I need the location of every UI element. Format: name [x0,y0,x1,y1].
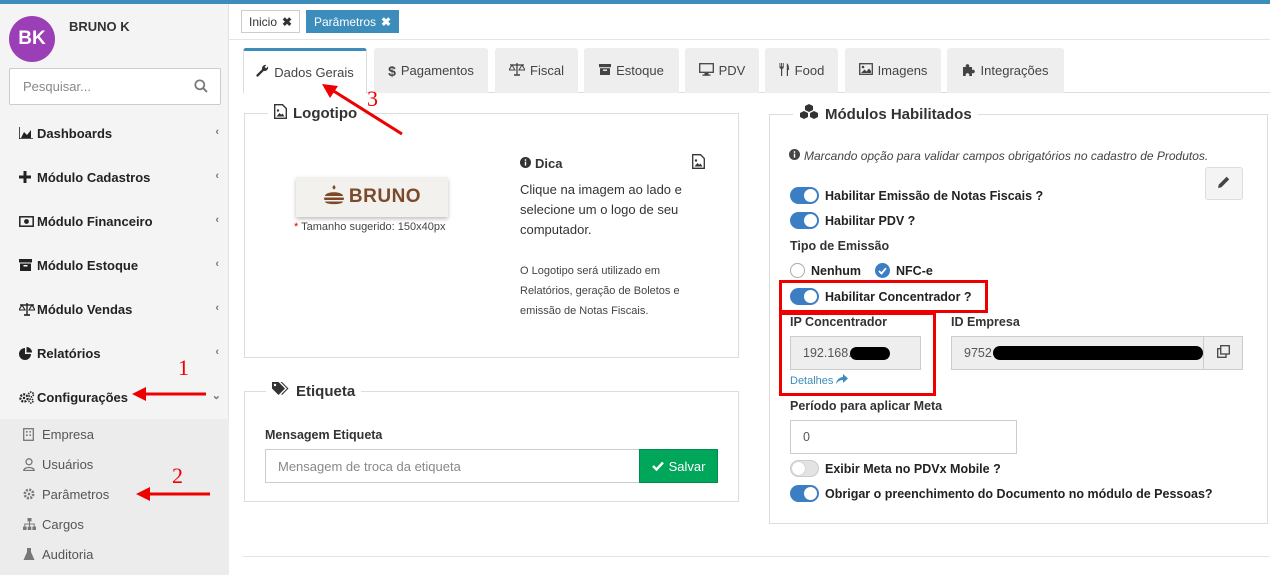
annotation-arrow-1 [132,387,206,401]
annotation-arrows [132,84,403,501]
annotation-number-1: 1 [178,355,189,380]
annotation-number-3: 3 [367,86,378,111]
annotation-arrow-2 [136,487,210,501]
annotation-number-2: 2 [172,463,183,488]
annotation-arrow-3 [322,84,403,136]
